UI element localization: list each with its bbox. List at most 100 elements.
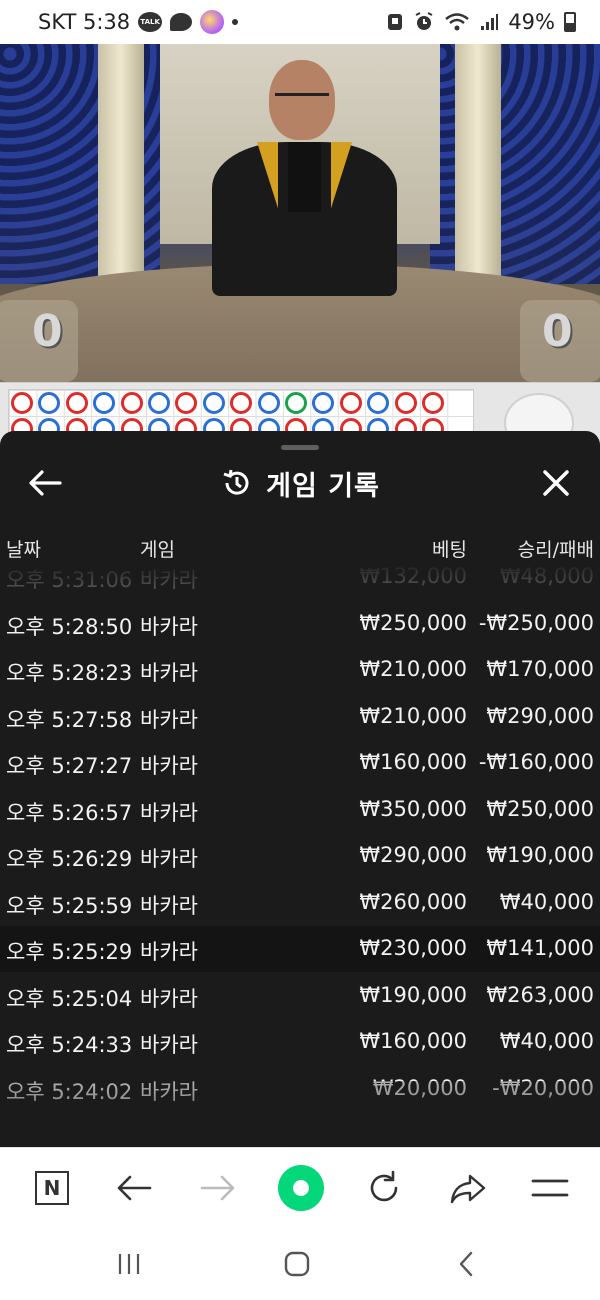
row-game: 바카라 [140,754,198,778]
carrier-time: SKT 5:38 [38,10,131,34]
storage-icon [388,14,403,30]
row-bet: ₩260,000 [359,889,467,914]
bead-tie [285,392,307,414]
alarm-icon [415,12,433,30]
row-game: 바카라 [140,893,198,918]
row-bet: ₩160,000 [359,750,467,774]
row-win-loss: -₩160,000 [478,750,594,774]
row-win-loss: ₩141,000 [486,936,594,960]
row-bet: ₩20,000 [372,1075,467,1100]
bead-banker [120,392,143,414]
row-game: 바카라 [140,614,198,639]
naver-n-icon: N [35,1171,69,1205]
history-row[interactable]: 오후 5:25:04 바카라 ₩190,000 ₩263,000 [0,973,600,1019]
history-row[interactable]: 오후 5:26:57 바카라 ₩350,000 ₩250,000 [0,787,600,833]
game-history-sheet: 게임 기록 날짜 게임 베팅 승리/패배 오후 5:31:06 바카라 ₩132,0… [0,431,600,1147]
banker-score: 0 [542,306,573,357]
row-date: 오후 5:26:29 [6,847,133,871]
row-date: 오후 5:24:02 [6,1079,133,1104]
row-date: 오후 5:24:33 [6,1033,133,1057]
app-avatar-icon [200,10,225,34]
battery-percent: 49% [508,10,555,34]
row-date: 오후 5:27:27 [6,754,133,778]
row-bet: ₩210,000 [359,703,467,728]
row-win-loss: -₩20,000 [492,1075,594,1100]
refresh-icon[interactable] [362,1166,406,1210]
bead-banker [175,392,198,414]
row-game: 바카라 [140,940,198,964]
history-row[interactable]: 오후 5:24:33 바카라 ₩160,000 ₩40,000 [0,1019,600,1065]
sheet-title: 게임 기록 [266,470,380,502]
row-win-loss: ₩290,000 [486,703,594,728]
bead-banker [422,392,444,414]
row-bet: ₩230,000 [359,936,467,960]
row-date: 오후 5:27:58 [6,707,133,732]
recent-apps-icon[interactable] [114,1249,144,1279]
row-date: 오후 5:26:57 [6,800,133,825]
history-row[interactable]: 오후 5:24:02 바카라 ₩20,000 -₩20,000 [0,1066,600,1112]
history-row[interactable]: 오후 5:28:50 바카라 ₩250,000 -₩250,000 [0,601,600,647]
row-bet: ₩250,000 [359,610,467,635]
row-bet: ₩290,000 [359,843,467,867]
back-icon[interactable] [112,1166,156,1210]
signal-icon [481,14,499,30]
system-back-icon[interactable] [452,1249,482,1279]
history-row[interactable]: 오후 5:28:23 바카라 ₩210,000 ₩170,000 [0,647,600,693]
row-bet: ₩210,000 [359,657,467,681]
bead-banker [394,392,417,414]
battery-icon [564,12,576,32]
status-bar: SKT 5:38 TALK 49% [0,0,600,44]
history-row[interactable]: 오후 5:27:58 바카라 ₩210,000 ₩290,000 [0,694,600,740]
bead-player [93,392,116,414]
row-bet: ₩132,000 [359,564,467,588]
row-win-loss: ₩170,000 [486,657,594,681]
share-icon[interactable] [446,1166,490,1210]
row-game: 바카라 [140,707,198,732]
menu-icon[interactable] [528,1166,572,1210]
bead-banker [11,392,33,414]
bead-player [202,392,225,414]
row-win-loss: ₩190,000 [486,843,594,867]
naver-home-button[interactable]: N [30,1166,74,1210]
more-notifications-dot-icon [232,19,239,25]
history-row[interactable]: 오후 5:27:27 바카라 ₩160,000 -₩160,000 [0,740,600,786]
history-row[interactable]: 오후 5:26:29 바카라 ₩290,000 ₩190,000 [0,833,600,879]
dealer [212,60,397,296]
row-bet: ₩160,000 [359,1029,467,1053]
green-dot-button[interactable] [278,1165,324,1211]
live-dealer-video: PLAYER · BANKER 0 0 [0,44,600,382]
row-win-loss: ₩40,000 [499,1029,594,1053]
row-bet: ₩350,000 [359,796,467,821]
row-date: 오후 5:31:06 [6,568,133,592]
bead-player [367,392,390,414]
history-icon [223,469,249,495]
pillar-left [98,44,144,294]
sheet-drag-handle[interactable] [281,445,319,450]
pillar-right [455,44,501,294]
message-bubble-icon [170,13,193,31]
row-bet: ₩190,000 [359,982,467,1007]
back-arrow-icon[interactable] [28,469,62,497]
bead-banker [339,392,362,414]
sheet-header: 게임 기록 [0,457,600,509]
row-win-loss: ₩250,000 [486,796,594,821]
bead-player [312,392,335,414]
forward-icon[interactable] [196,1166,240,1210]
row-date: 오후 5:28:23 [6,661,133,685]
history-row[interactable]: 오후 5:25:29 바카라 ₩230,000 ₩141,000 [0,926,600,972]
browser-toolbar: N [0,1147,600,1227]
history-list[interactable]: 오후 5:31:06 바카라 ₩132,000 ₩48,000 오후 5:28:50 바카… [0,564,600,1112]
home-icon[interactable] [282,1249,312,1279]
bead-player [257,392,280,414]
bead-banker [230,392,253,414]
row-date: 오후 5:25:04 [6,986,133,1011]
row-game: 바카라 [140,847,198,871]
bead-player [38,392,61,414]
row-date: 오후 5:25:29 [6,940,133,964]
close-icon[interactable] [540,467,572,499]
history-row[interactable]: 오후 5:31:06 바카라 ₩132,000 ₩48,000 [0,554,600,600]
history-row[interactable]: 오후 5:25:59 바카라 ₩260,000 ₩40,000 [0,880,600,926]
row-date: 오후 5:28:50 [6,614,133,639]
row-win-loss: -₩250,000 [478,610,594,635]
bead-banker [65,392,88,414]
